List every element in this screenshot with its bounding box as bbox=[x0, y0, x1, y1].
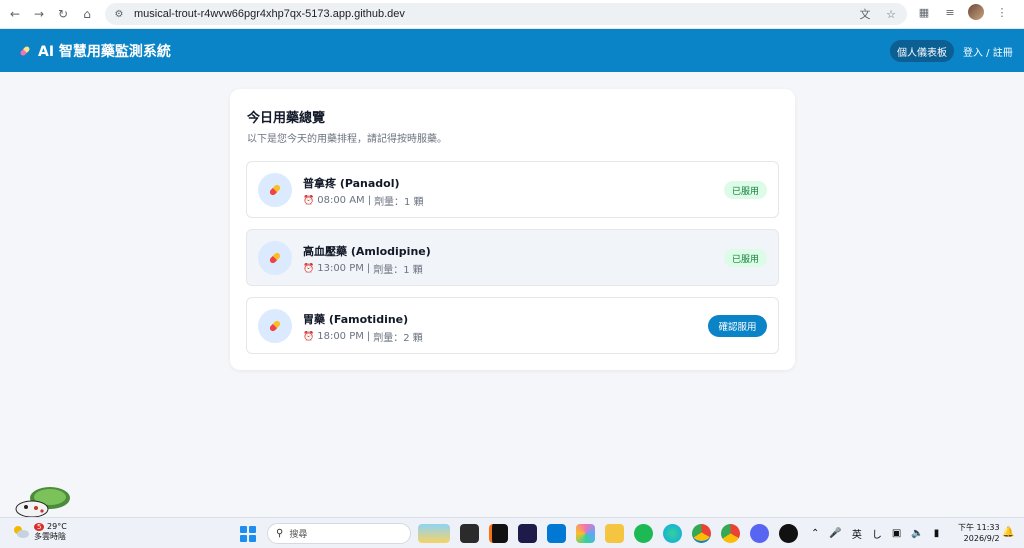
medication-name: 胃藥 (Famotidine) bbox=[303, 313, 409, 326]
medication-item: 胃藥 (Famotidine) ⏰ 18:00 PM | 劑量：2 顆 確認服用 bbox=[246, 297, 779, 354]
cloud-sun-icon bbox=[14, 526, 29, 538]
reload-icon[interactable]: ↻ bbox=[54, 5, 72, 23]
status-badge-taken: 已服用 bbox=[723, 249, 767, 267]
medication-schedule: ⏰ 08:00 AM | 劑量：1 顆 bbox=[303, 193, 424, 208]
overview-title: 今日用藥總覽 bbox=[247, 111, 326, 126]
brand[interactable]: AI 智慧用藥監測系統 bbox=[18, 41, 171, 61]
extensions-icon[interactable]: ▦ bbox=[916, 4, 932, 20]
bookmark-star-icon[interactable]: ☆ bbox=[883, 6, 899, 22]
search-icon: ⚲ bbox=[276, 528, 284, 539]
translate-icon[interactable]: 文 bbox=[857, 6, 873, 22]
chrome-profile-icon[interactable] bbox=[721, 524, 740, 543]
medication-schedule: ⏰ 13:00 PM | 劑量：1 顆 bbox=[303, 261, 423, 276]
medication-name: 普拿疼 (Panadol) bbox=[303, 177, 400, 190]
login-link[interactable]: 登入 / 註冊 bbox=[963, 40, 1013, 62]
microphone-icon[interactable]: 🎤 bbox=[829, 528, 841, 539]
pill-icon bbox=[258, 241, 292, 275]
weather-widget[interactable]: 5 29°C 多雲時陰 bbox=[12, 522, 67, 542]
ide-icon[interactable] bbox=[518, 524, 537, 543]
pill-icon bbox=[20, 46, 30, 55]
ime-mode-icon[interactable]: し bbox=[872, 526, 882, 541]
status-badge-taken: 已服用 bbox=[723, 181, 767, 199]
medication-dose: 劑量：1 顆 bbox=[374, 197, 424, 208]
reading-list-icon[interactable]: ≡ bbox=[942, 4, 958, 20]
jetbrains-icon[interactable] bbox=[489, 524, 508, 543]
weather-temp: 29°C bbox=[47, 522, 67, 531]
app-title: AI 智慧用藥監測系統 bbox=[38, 43, 171, 60]
chrome-icon[interactable] bbox=[692, 524, 711, 543]
medication-time: 08:00 AM bbox=[317, 195, 365, 206]
app-header: AI 智慧用藥監測系統 bbox=[0, 29, 1024, 72]
clock-date: 2026/9/2 bbox=[963, 534, 1000, 543]
desktop-mascot-icon[interactable] bbox=[14, 484, 72, 518]
search-placeholder: 搜尋 bbox=[289, 530, 308, 540]
overview-subtitle: 以下是您今天的用藥排程，請記得按時服藥。 bbox=[247, 134, 447, 145]
separator: | bbox=[367, 195, 372, 206]
battery-icon[interactable]: ▮ bbox=[934, 528, 940, 539]
ime-indicator[interactable]: 英 bbox=[852, 526, 862, 541]
taskbar-search[interactable]: ⚲ 搜尋 bbox=[267, 523, 411, 544]
file-explorer-icon[interactable] bbox=[605, 524, 624, 543]
site-info-icon[interactable]: ⚙ bbox=[112, 7, 126, 21]
alarm-clock-icon: ⏰ bbox=[303, 263, 315, 274]
copilot-icon[interactable] bbox=[576, 524, 595, 543]
taskbar-clock[interactable]: 下午 11:33 2026/9/2 bbox=[958, 522, 1000, 544]
taskbar: 5 29°C 多雲時陰 ⚲ 搜尋 ⌃ 🎤 英 し ▣ 🔈 ▮ 下午 11:33 … bbox=[0, 517, 1024, 548]
medication-overview-card: 今日用藥總覽 以下是您今天的用藥排程，請記得按時服藥。 普拿疼 (Panadol… bbox=[230, 89, 795, 370]
confirm-taken-button[interactable]: 確認服用 bbox=[708, 315, 767, 337]
medication-item: 普拿疼 (Panadol) ⏰ 08:00 AM | 劑量：1 顆 已服用 bbox=[246, 161, 779, 218]
system-tray: ⌃ 🎤 英 し ▣ 🔈 ▮ bbox=[811, 526, 939, 541]
profile-avatar[interactable] bbox=[968, 4, 984, 20]
url-text[interactable]: musical-trout-r4wvw66pgr4xhp7qx-5173.app… bbox=[134, 8, 405, 20]
notification-bell-icon[interactable]: 🔔 bbox=[1002, 527, 1014, 538]
task-view-icon[interactable] bbox=[460, 524, 479, 543]
spotify-icon[interactable] bbox=[634, 524, 653, 543]
pill-icon bbox=[258, 309, 292, 343]
chevron-up-icon[interactable]: ⌃ bbox=[811, 528, 819, 539]
store-icon[interactable] bbox=[547, 524, 566, 543]
medication-item: 高血壓藥 (Amlodipine) ⏰ 13:00 PM | 劑量：1 顆 已服… bbox=[246, 229, 779, 286]
weather-desc: 多雲時陰 bbox=[34, 532, 66, 541]
pill-icon bbox=[258, 173, 292, 207]
windows-start-icon[interactable] bbox=[240, 526, 256, 542]
medication-time: 18:00 PM bbox=[317, 331, 364, 342]
alarm-clock-icon: ⏰ bbox=[303, 195, 315, 206]
search-highlight-icon[interactable] bbox=[418, 524, 450, 543]
alarm-clock-icon: ⏰ bbox=[303, 331, 315, 342]
separator: | bbox=[366, 331, 371, 342]
clock-time: 下午 11:33 bbox=[958, 523, 1000, 532]
dashboard-button[interactable]: 個人儀表板 bbox=[890, 40, 954, 62]
browser-toolbar: ← → ↻ ⌂ ⚙ musical-trout-r4wvw66pgr4xhp7q… bbox=[0, 0, 1024, 29]
back-icon[interactable]: ← bbox=[6, 5, 24, 23]
address-bar[interactable]: ⚙ musical-trout-r4wvw66pgr4xhp7qx-5173.a… bbox=[105, 3, 907, 25]
menu-kebab-icon[interactable]: ⋮ bbox=[994, 4, 1010, 20]
medication-schedule: ⏰ 18:00 PM | 劑量：2 顆 bbox=[303, 329, 423, 344]
forward-icon[interactable]: → bbox=[30, 5, 48, 23]
weather-badge: 5 bbox=[34, 523, 45, 531]
edge-icon[interactable] bbox=[663, 524, 682, 543]
discord-icon[interactable] bbox=[750, 524, 769, 543]
volume-icon[interactable]: 🔈 bbox=[911, 528, 923, 539]
medication-dose: 劑量：1 顆 bbox=[373, 265, 423, 276]
medication-name: 高血壓藥 (Amlodipine) bbox=[303, 245, 431, 258]
separator: | bbox=[366, 263, 371, 274]
medication-time: 13:00 PM bbox=[317, 263, 364, 274]
g-app-icon[interactable] bbox=[779, 524, 798, 543]
display-icon[interactable]: ▣ bbox=[892, 528, 901, 539]
medication-dose: 劑量：2 顆 bbox=[373, 333, 423, 344]
home-icon[interactable]: ⌂ bbox=[78, 5, 96, 23]
